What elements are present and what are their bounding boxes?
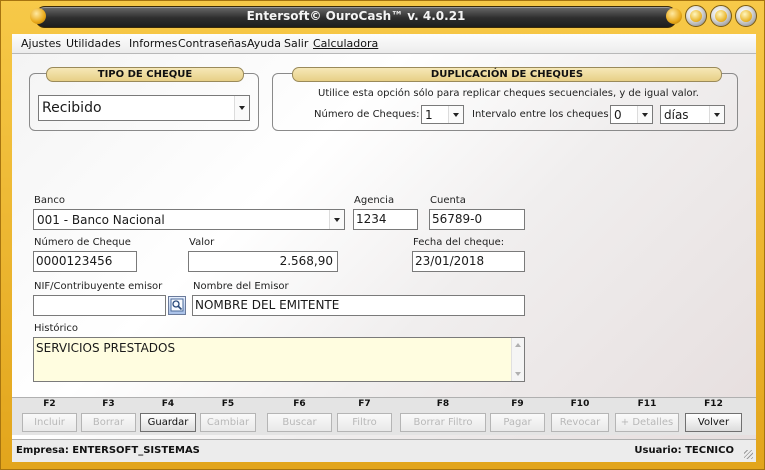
menu-utilidades[interactable]: Utilidades bbox=[66, 37, 121, 50]
fkey-label: F2 bbox=[43, 399, 56, 409]
maximize-button[interactable] bbox=[710, 5, 732, 27]
intervalo-select[interactable]: 0 bbox=[610, 105, 653, 124]
search-button[interactable] bbox=[168, 296, 186, 315]
numero-cheque-field[interactable]: 0000123456 bbox=[33, 251, 137, 272]
fkey-label: F5 bbox=[221, 399, 235, 409]
tipo-cheque-select[interactable]: Recibido bbox=[38, 95, 250, 121]
borrar-filtro-button[interactable]: Borrar Filtro bbox=[400, 413, 486, 432]
numero-cheque-label: Número de Cheque bbox=[34, 237, 131, 248]
pagar-button[interactable]: Pagar bbox=[490, 413, 545, 432]
nif-label: NIF/Contribuyente emisor bbox=[34, 281, 163, 292]
valor-label: Valor bbox=[189, 237, 215, 248]
chevron-down-icon bbox=[637, 106, 652, 123]
fkey-label: F4 bbox=[161, 399, 175, 409]
revocar-button[interactable]: Revocar bbox=[551, 413, 609, 432]
nombre-emisor-label: Nombre del Emisor bbox=[193, 281, 289, 292]
menu-calculadora[interactable]: Calculadora bbox=[313, 37, 378, 50]
menu-ayuda[interactable]: Ayuda bbox=[247, 37, 281, 50]
title-bar[interactable]: Entersoft© OuroCash™ v. 4.0.21 bbox=[5, 3, 761, 30]
tipo-cheque-header: TIPO DE CHEQUE bbox=[46, 67, 244, 82]
numero-cheques-select[interactable]: 1 bbox=[421, 105, 464, 124]
nombre-emisor-field[interactable]: NOMBRE DEL EMITENTE bbox=[192, 295, 525, 316]
fkey-label: F11 bbox=[637, 399, 657, 409]
fkey-label: F10 bbox=[570, 399, 590, 409]
fecha-field[interactable]: 23/01/2018 bbox=[412, 251, 525, 272]
intervalo-value: 0 bbox=[614, 108, 622, 122]
menu-bar: Ajustes Utilidades Informes Contraseñas … bbox=[12, 34, 756, 54]
close-icon bbox=[740, 10, 752, 22]
maximize-icon bbox=[715, 10, 727, 22]
fkey-label: F9 bbox=[511, 399, 524, 409]
historico-label: Histórico bbox=[34, 323, 79, 334]
scroll-down-icon bbox=[515, 372, 521, 376]
numero-cheques-value: 1 bbox=[425, 108, 433, 122]
detalles-button[interactable]: + Detalles bbox=[615, 413, 679, 432]
cambiar-button[interactable]: Cambiar bbox=[200, 413, 256, 432]
buscar-button[interactable]: Buscar bbox=[267, 413, 332, 432]
fkey-label: F7 bbox=[358, 399, 371, 409]
filtro-button[interactable]: Filtro bbox=[337, 413, 392, 432]
cuenta-field[interactable]: 56789-0 bbox=[429, 209, 525, 230]
chevron-down-icon bbox=[234, 96, 249, 120]
cuenta-label: Cuenta bbox=[430, 195, 466, 206]
usuario-status: Usuario: TECNICO bbox=[634, 445, 734, 456]
close-button[interactable] bbox=[735, 5, 757, 27]
fkey-label: F6 bbox=[293, 399, 306, 409]
search-icon bbox=[170, 298, 184, 312]
menu-salir[interactable]: Salir bbox=[284, 37, 308, 50]
borrar-button[interactable]: Borrar bbox=[81, 413, 136, 432]
resize-grip-icon[interactable] bbox=[744, 450, 753, 459]
chevron-down-icon bbox=[709, 106, 724, 123]
title-pill: Entersoft© OuroCash™ v. 4.0.21 bbox=[30, 6, 682, 28]
valor-field[interactable]: 2.568,90 bbox=[188, 251, 338, 272]
banco-select[interactable]: 001 - Banco Nacional bbox=[33, 209, 345, 230]
menu-informes[interactable]: Informes bbox=[129, 37, 177, 50]
function-key-toolbar: F2 Incluir F3 Borrar F4 Guardar F5 Cambi… bbox=[12, 397, 756, 435]
incluir-button[interactable]: Incluir bbox=[22, 413, 77, 432]
unidad-select[interactable]: días bbox=[660, 105, 725, 124]
duplicacion-note: Utilice esta opción sólo para replicar c… bbox=[318, 88, 699, 99]
historico-value: SERVICIOS PRESTADOS bbox=[36, 341, 176, 355]
window-title: Entersoft© OuroCash™ v. 4.0.21 bbox=[246, 9, 466, 23]
fkey-label: F12 bbox=[704, 399, 723, 409]
chevron-down-icon bbox=[329, 210, 344, 229]
status-bar: Empresa: ENTERSOFT_SISTEMAS Usuario: TEC… bbox=[12, 439, 756, 462]
minimize-button[interactable] bbox=[685, 5, 707, 27]
fecha-label: Fecha del cheque: bbox=[413, 237, 505, 248]
unidad-value: días bbox=[664, 108, 689, 122]
historico-textarea[interactable]: SERVICIOS PRESTADOS bbox=[33, 337, 525, 382]
agencia-field[interactable]: 1234 bbox=[353, 209, 418, 230]
volver-button[interactable]: Volver bbox=[685, 413, 742, 432]
empresa-status: Empresa: ENTERSOFT_SISTEMAS bbox=[16, 445, 200, 456]
menu-ajustes[interactable]: Ajustes bbox=[21, 37, 61, 50]
duplicacion-header: DUPLICACIÓN DE CHEQUES bbox=[292, 67, 722, 82]
client-area: TIPO DE CHEQUE Recibido DUPLICACIÓN DE C… bbox=[12, 54, 756, 439]
banco-label: Banco bbox=[34, 195, 65, 206]
guardar-button[interactable]: Guardar bbox=[140, 413, 196, 432]
chevron-down-icon bbox=[448, 106, 463, 123]
historico-scrollbar[interactable] bbox=[511, 338, 524, 381]
fkey-label: F8 bbox=[436, 399, 450, 409]
tipo-cheque-value: Recibido bbox=[42, 100, 102, 116]
numero-cheques-label: Número de Cheques: bbox=[314, 109, 420, 120]
intervalo-label: Intervalo entre los cheques bbox=[472, 109, 609, 120]
menu-contrasenas[interactable]: Contraseñas bbox=[178, 37, 247, 50]
fkey-label: F3 bbox=[102, 399, 115, 409]
application-window: Entersoft© OuroCash™ v. 4.0.21 Ajustes U… bbox=[0, 0, 765, 470]
minimize-icon bbox=[690, 10, 702, 22]
banco-value: 001 - Banco Nacional bbox=[37, 213, 165, 227]
nif-field[interactable] bbox=[33, 295, 166, 316]
agencia-label: Agencia bbox=[354, 195, 395, 206]
scroll-up-icon bbox=[515, 343, 521, 347]
